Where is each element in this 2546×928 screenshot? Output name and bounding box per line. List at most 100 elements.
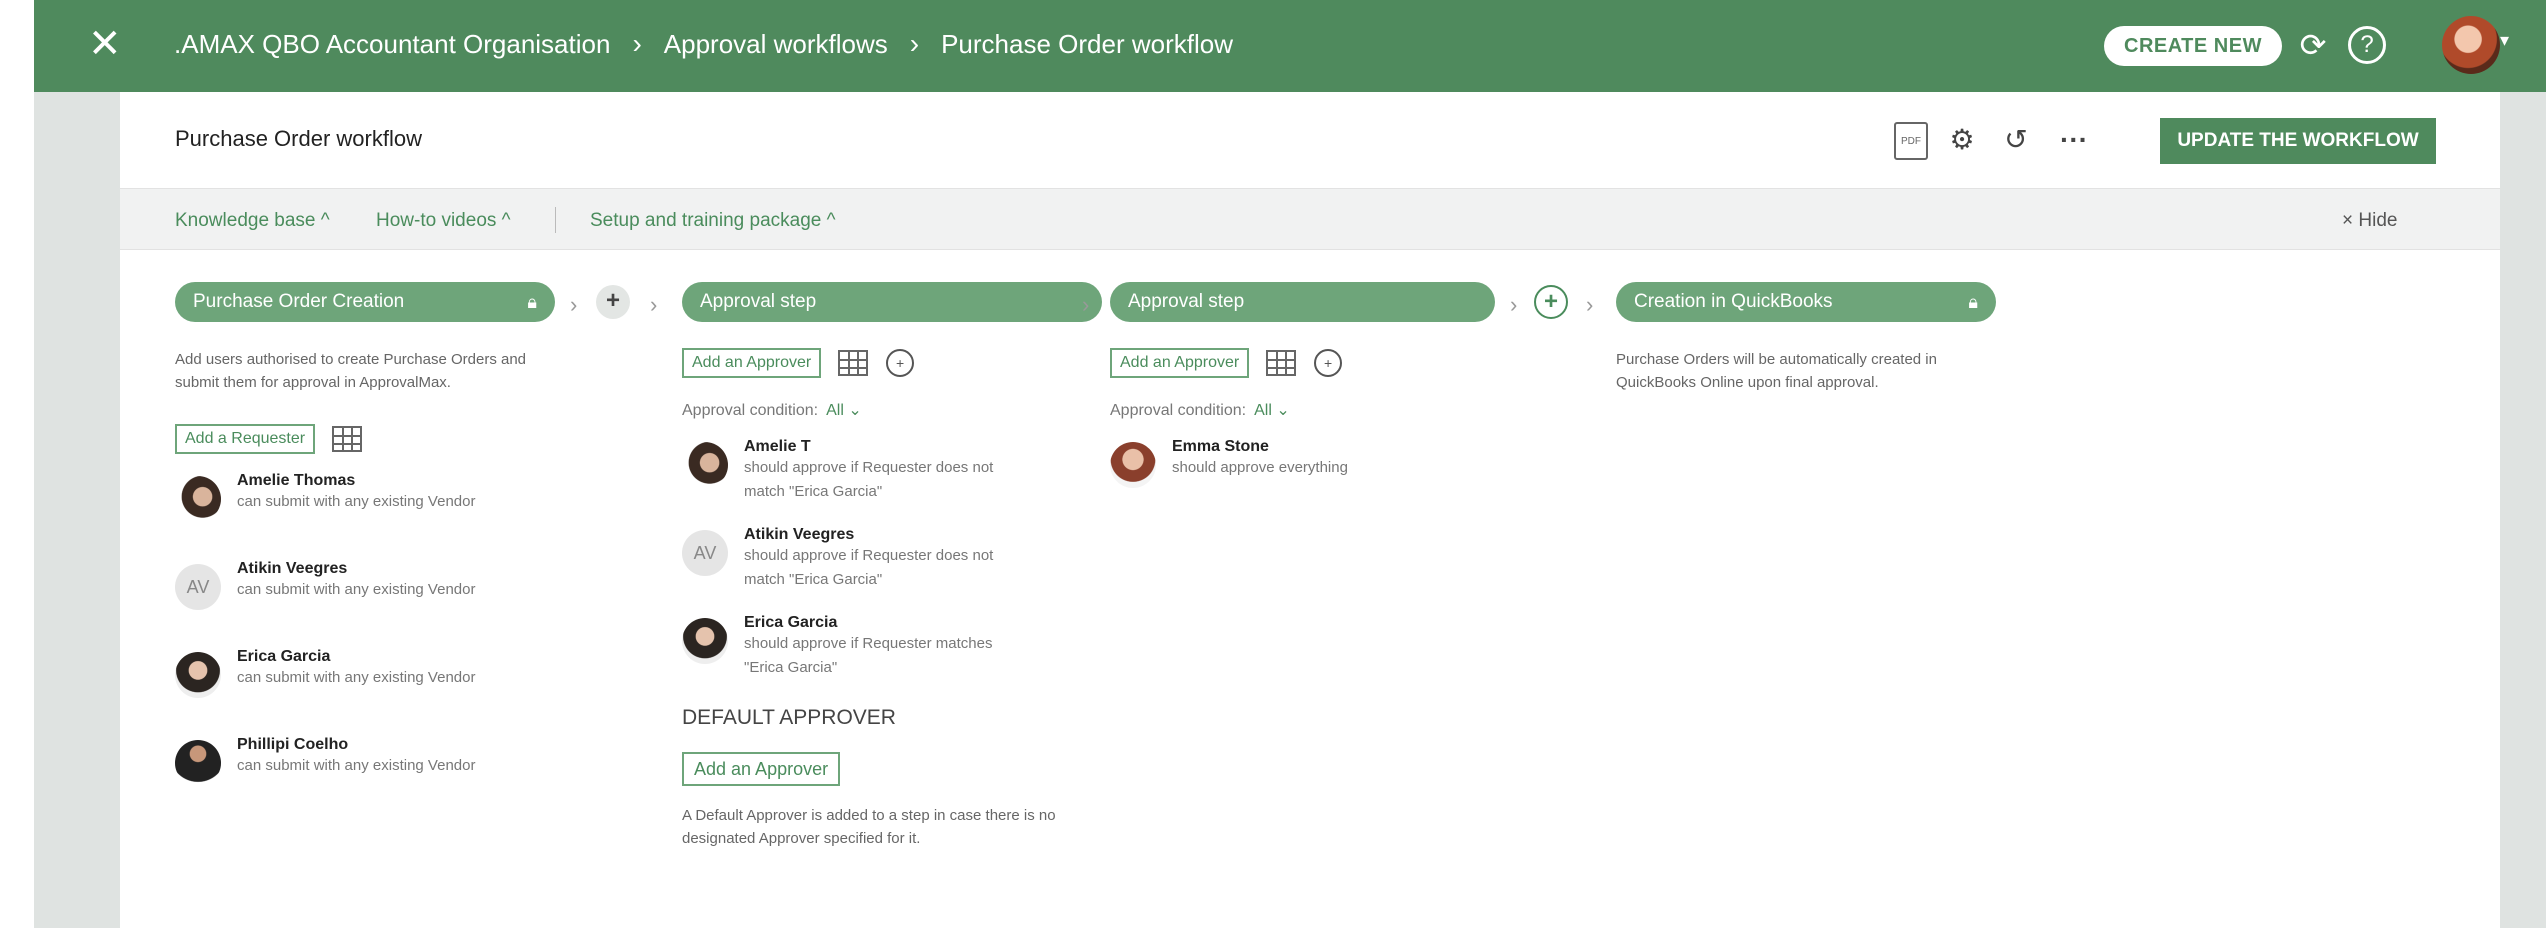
history-icon[interactable]: ↺: [1996, 120, 2036, 160]
top-bar: ✕ .AMAX QBO Accountant Organisation › Ap…: [34, 0, 2546, 92]
step-quickbooks: Creation in QuickBooks 🔒︎ Purchase Order…: [1616, 282, 1996, 394]
add-step-plus-icon[interactable]: +: [596, 285, 630, 319]
chevron-right-icon: ›: [1586, 292, 1594, 317]
breadcrumb-organisation[interactable]: .AMAX QBO Accountant Organisation: [174, 29, 610, 60]
approval-condition: Approval condition: All ⌄: [682, 400, 1102, 420]
person-name: Atikin Veegres: [744, 526, 855, 543]
person-desc: can submit with any existing Vendor: [237, 757, 476, 774]
chevron-right-icon: ›: [1082, 292, 1090, 317]
step-title: Approval step: [1128, 291, 1245, 312]
chevron-down-icon[interactable]: ▾: [2500, 30, 2509, 51]
lock-icon: 🔒︎: [1968, 292, 1978, 312]
pdf-icon[interactable]: PDF: [1894, 122, 1928, 160]
breadcrumb-approval-workflows[interactable]: Approval workflows: [664, 29, 888, 60]
divider: [555, 207, 556, 233]
alarm-clock-icon[interactable]: +: [1314, 348, 1343, 377]
condition-label: Approval condition:: [1110, 402, 1247, 419]
chevron-right-icon: ›: [650, 292, 658, 317]
approver-actions: Add an Approver +: [682, 348, 1102, 378]
add-step-plus-icon[interactable]: +: [1534, 285, 1568, 319]
user-avatar[interactable]: [2442, 16, 2500, 74]
avatar: [682, 618, 728, 664]
person-desc: can submit with any existing Vendor: [237, 493, 476, 510]
workflow-panel: Purchase Order workflow PDF ⚙ ↺ ··· UPDA…: [120, 92, 2500, 928]
person-name: Phillipi Coelho: [237, 736, 349, 753]
knowledge-base-link[interactable]: Knowledge base ^: [175, 210, 330, 232]
avatar: [175, 740, 221, 786]
chevron-right-icon: ›: [632, 28, 642, 59]
list-item: Erica Garcia should approve if Requester…: [682, 614, 1102, 684]
howto-videos-link[interactable]: How-to videos ^: [376, 210, 511, 232]
avatar: [175, 476, 221, 522]
approver-actions: Add an Approver +: [1110, 348, 1495, 378]
person-name: Atikin Veegres: [237, 560, 348, 577]
breadcrumb: .AMAX QBO Accountant Organisation › Appr…: [174, 28, 1233, 60]
approval-condition: Approval condition: All ⌄: [1110, 400, 1495, 420]
close-icon[interactable]: ✕: [88, 24, 122, 64]
default-approver-heading: DEFAULT APPROVER: [682, 706, 896, 729]
person-desc: can submit with any existing Vendor: [237, 581, 476, 598]
list-item: AV Atikin Veegres can submit with any ex…: [175, 560, 555, 630]
breadcrumb-current: Purchase Order workflow: [941, 28, 1233, 59]
add-approver-button[interactable]: Add an Approver: [1110, 348, 1250, 378]
person-desc: should approve if Requester does not mat…: [744, 547, 994, 588]
add-default-approver-button[interactable]: Add an Approver: [682, 752, 841, 786]
default-approver-actions: Add an Approver: [682, 752, 1102, 786]
add-requester-button[interactable]: Add a Requester: [175, 424, 316, 454]
condition-dropdown[interactable]: All ⌄: [826, 402, 862, 419]
add-approver-button[interactable]: Add an Approver: [682, 348, 822, 378]
step-approval-1: Approval step Add an Approver + Approval…: [682, 282, 1102, 850]
avatar: AV: [682, 530, 728, 576]
approver-list: Emma Stone should approve everything: [1110, 438, 1495, 508]
step-header-creation[interactable]: Purchase Order Creation 🔒︎: [175, 282, 555, 322]
more-icon[interactable]: ···: [2054, 120, 2094, 160]
avatar: AV: [175, 564, 221, 610]
help-icon[interactable]: ?: [2348, 26, 2386, 64]
step-header-approval-1[interactable]: Approval step: [682, 282, 1102, 322]
list-item: Amelie T should approve if Requester doe…: [682, 438, 1102, 508]
list-item: Phillipi Coelho can submit with any exis…: [175, 736, 555, 806]
step-title: Approval step: [700, 291, 817, 312]
sync-icon[interactable]: ⟳: [2292, 24, 2334, 66]
approver-list: Amelie T should approve if Requester doe…: [682, 438, 1102, 684]
avatar: [682, 442, 728, 488]
list-item: Amelie Thomas can submit with any existi…: [175, 472, 555, 542]
alarm-clock-icon[interactable]: +: [886, 348, 915, 377]
person-name: Erica Garcia: [237, 648, 331, 665]
list-item: Emma Stone should approve everything: [1110, 438, 1495, 508]
step-title: Purchase Order Creation: [193, 291, 405, 312]
setup-training-link[interactable]: Setup and training package ^: [590, 210, 836, 232]
help-bar: Knowledge base ^ How-to videos ^ Setup a…: [120, 188, 2500, 250]
step-header-quickbooks[interactable]: Creation in QuickBooks 🔒︎: [1616, 282, 1996, 322]
create-new-button[interactable]: CREATE NEW: [2104, 26, 2282, 66]
person-desc: should approve everything: [1172, 459, 1348, 476]
person-desc: should approve if Requester matches "Eri…: [744, 635, 993, 676]
default-approver-description: A Default Approver is added to a step in…: [682, 807, 1056, 847]
lock-icon: 🔒︎: [527, 292, 537, 312]
app-window: ✕ .AMAX QBO Accountant Organisation › Ap…: [0, 0, 2546, 928]
chevron-right-icon: ›: [570, 292, 578, 317]
hide-button[interactable]: × Hide: [2342, 210, 2397, 232]
person-name: Amelie Thomas: [237, 472, 356, 489]
person-name: Erica Garcia: [744, 614, 838, 631]
page-title: Purchase Order workflow: [175, 126, 422, 151]
matrix-table-icon[interactable]: [1265, 349, 1296, 376]
step-approval-2: Approval step Add an Approver + Approval…: [1110, 282, 1495, 508]
avatar: [1110, 442, 1156, 488]
requester-actions: Add a Requester: [175, 424, 555, 454]
list-item: AV Atikin Veegres should approve if Requ…: [682, 526, 1102, 596]
step-title: Creation in QuickBooks: [1634, 291, 1833, 312]
title-bar: Purchase Order workflow PDF ⚙ ↺ ··· UPDA…: [120, 92, 2500, 188]
chevron-right-icon: ›: [909, 28, 920, 59]
step-creation: Purchase Order Creation 🔒︎ Add users aut…: [175, 282, 555, 806]
update-workflow-button[interactable]: UPDATE THE WORKFLOW: [2160, 118, 2436, 164]
step-header-approval-2[interactable]: Approval step: [1110, 282, 1495, 322]
matrix-table-icon[interactable]: [331, 425, 362, 452]
step-description: Add users authorised to create Purchase …: [175, 351, 527, 391]
person-desc: can submit with any existing Vendor: [237, 669, 476, 686]
requester-list: Amelie Thomas can submit with any existi…: [175, 472, 555, 806]
settings-gear-icon[interactable]: ⚙: [1942, 120, 1982, 160]
condition-dropdown[interactable]: All ⌄: [1254, 402, 1290, 419]
matrix-table-icon[interactable]: [837, 349, 868, 376]
person-name: Amelie T: [744, 438, 811, 455]
